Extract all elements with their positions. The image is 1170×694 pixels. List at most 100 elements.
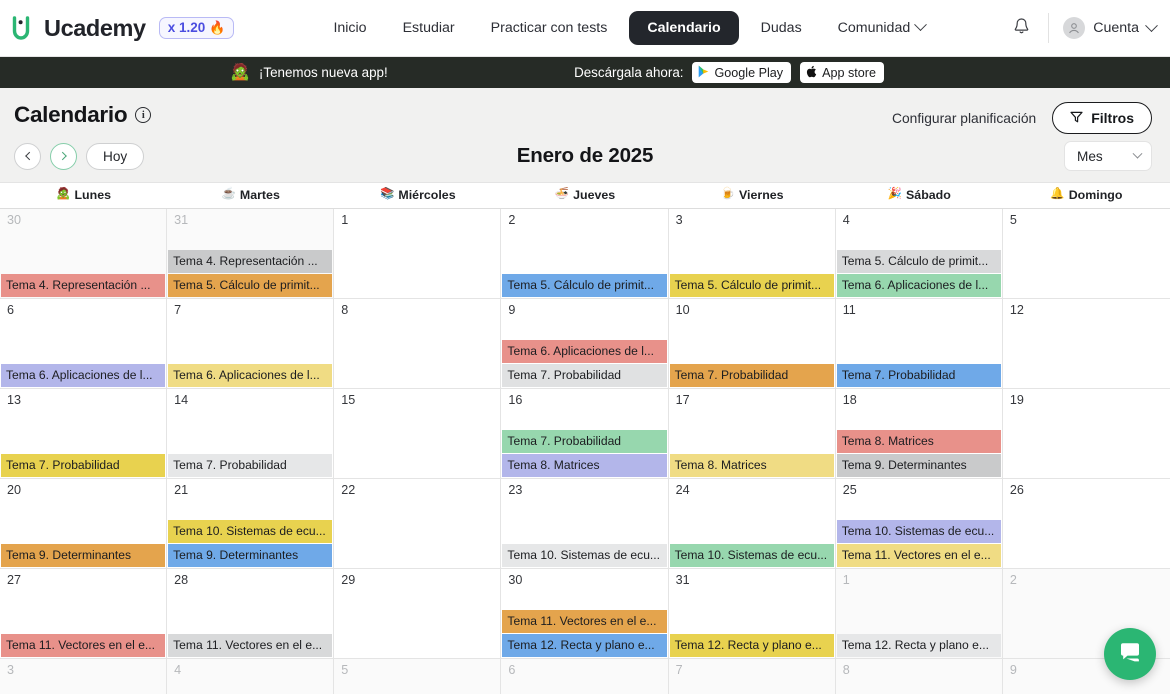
calendar-event[interactable]: Tema 11. Vectores en el e... [1, 634, 165, 657]
calendar-day-cell[interactable]: 21Tema 10. Sistemas de ecu...Tema 9. Det… [167, 479, 334, 569]
calendar-day-cell[interactable]: 30Tema 4. Representación ... [0, 209, 167, 299]
calendar-day-cell[interactable]: 6 [501, 659, 668, 694]
calendar-day-cell[interactable]: 16Tema 7. ProbabilidadTema 8. Matrices [501, 389, 668, 479]
calendar-event[interactable]: Tema 7. Probabilidad [670, 364, 834, 387]
calendar-day-cell[interactable]: 7 [669, 659, 836, 694]
calendar-day-cell[interactable]: 6Tema 6. Aplicaciones de l... [0, 299, 167, 389]
calendar-event[interactable]: Tema 7. Probabilidad [502, 364, 666, 387]
calendar-event[interactable]: Tema 6. Aplicaciones de l... [837, 274, 1001, 297]
calendar-day-cell[interactable]: 31Tema 12. Recta y plano e... [669, 569, 836, 659]
calendar-day-cell[interactable]: 29 [334, 569, 501, 659]
calendar-event[interactable]: Tema 12. Recta y plano e... [670, 634, 834, 657]
calendar-event[interactable]: Tema 7. Probabilidad [502, 430, 666, 453]
calendar-event[interactable]: Tema 6. Aplicaciones de l... [168, 364, 332, 387]
calendar-event[interactable]: Tema 7. Probabilidad [168, 454, 332, 477]
calendar-day-cell[interactable]: 22 [334, 479, 501, 569]
calendar-day-cell[interactable]: 8 [334, 299, 501, 389]
calendar-day-cell[interactable]: 5 [334, 659, 501, 694]
google-play-button[interactable]: Google Play [692, 62, 791, 83]
nav-link-inicio[interactable]: Inicio [319, 12, 380, 44]
calendar-day-cell[interactable]: 27Tema 11. Vectores en el e... [0, 569, 167, 659]
calendar-day-cell[interactable]: 10Tema 7. Probabilidad [669, 299, 836, 389]
calendar-day-cell[interactable]: 20Tema 9. Determinantes [0, 479, 167, 569]
today-button[interactable]: Hoy [86, 143, 144, 170]
filters-button[interactable]: Filtros [1052, 102, 1152, 134]
calendar-event[interactable]: Tema 5. Cálculo de primit... [670, 274, 834, 297]
nav-link-practicar-con-tests[interactable]: Practicar con tests [477, 12, 622, 44]
calendar-day-cell[interactable]: 19 [1003, 389, 1170, 479]
calendar-event[interactable]: Tema 9. Determinantes [837, 454, 1001, 477]
calendar-day-cell[interactable]: 8 [836, 659, 1003, 694]
calendar-event[interactable]: Tema 8. Matrices [837, 430, 1001, 453]
calendar-day-cell[interactable]: 18Tema 8. MatricesTema 9. Determinantes [836, 389, 1003, 479]
calendar-event[interactable]: Tema 12. Recta y plano e... [837, 634, 1001, 657]
calendar-event[interactable]: Tema 5. Cálculo de primit... [837, 250, 1001, 273]
day-events: Tema 11. Vectores en el e... [0, 634, 166, 658]
next-month-button[interactable] [50, 143, 77, 170]
app-store-button[interactable]: App store [800, 62, 884, 83]
page-title-group: Calendario i [14, 102, 151, 128]
calendar-day-cell[interactable]: 7Tema 6. Aplicaciones de l... [167, 299, 334, 389]
calendar-day-cell[interactable]: 2Tema 5. Cálculo de primit... [501, 209, 668, 299]
calendar-event[interactable]: Tema 8. Matrices [670, 454, 834, 477]
calendar-event[interactable]: Tema 7. Probabilidad [1, 454, 165, 477]
calendar-day-cell[interactable]: 14Tema 7. Probabilidad [167, 389, 334, 479]
calendar-event[interactable]: Tema 9. Determinantes [1, 544, 165, 567]
calendar-day-cell[interactable]: 15 [334, 389, 501, 479]
calendar-event[interactable]: Tema 6. Aplicaciones de l... [1, 364, 165, 387]
calendar-event[interactable]: Tema 5. Cálculo de primit... [168, 274, 332, 297]
brand-logo[interactable]: Ucademy [12, 15, 146, 42]
calendar-nav-group: Hoy [14, 143, 144, 170]
calendar-day-cell[interactable]: 23Tema 10. Sistemas de ecu... [501, 479, 668, 569]
calendar-day-cell[interactable]: 4Tema 5. Cálculo de primit...Tema 6. Apl… [836, 209, 1003, 299]
calendar-day-cell[interactable]: 11Tema 7. Probabilidad [836, 299, 1003, 389]
calendar-day-cell[interactable]: 1 [334, 209, 501, 299]
calendar-day-cell[interactable]: 3 [0, 659, 167, 694]
day-events: Tema 11. Vectores en el e...Tema 12. Rec… [501, 610, 667, 658]
calendar-day-cell[interactable]: 26 [1003, 479, 1170, 569]
day-number: 28 [167, 573, 333, 589]
calendar-event[interactable]: Tema 5. Cálculo de primit... [502, 274, 666, 297]
account-menu[interactable]: Cuenta [1063, 17, 1156, 39]
calendar-day-cell[interactable]: 31Tema 4. Representación ...Tema 5. Cálc… [167, 209, 334, 299]
calendar-day-cell[interactable]: 4 [167, 659, 334, 694]
calendar-day-cell[interactable]: 12 [1003, 299, 1170, 389]
calendar-event[interactable]: Tema 10. Sistemas de ecu... [168, 520, 332, 543]
calendar-event[interactable]: Tema 11. Vectores en el e... [168, 634, 332, 657]
calendar-day-cell[interactable]: 1Tema 12. Recta y plano e... [836, 569, 1003, 659]
previous-month-button[interactable] [14, 143, 41, 170]
calendar-day-cell[interactable]: 28 Tema 11. Vectores en el e... [167, 569, 334, 659]
chat-support-button[interactable] [1104, 628, 1156, 680]
streak-multiplier-badge[interactable]: x 1.20 🔥 [159, 17, 235, 40]
calendar-event[interactable]: Tema 12. Recta y plano e... [502, 634, 666, 657]
calendar-event[interactable]: Tema 7. Probabilidad [837, 364, 1001, 387]
calendar-day-cell[interactable]: 30Tema 11. Vectores en el e...Tema 12. R… [501, 569, 668, 659]
calendar-day-cell[interactable]: 13Tema 7. Probabilidad [0, 389, 167, 479]
nav-link-dudas[interactable]: Dudas [747, 12, 816, 44]
calendar-event[interactable]: Tema 6. Aplicaciones de l... [502, 340, 666, 363]
calendar-day-cell[interactable]: 17Tema 8. Matrices [669, 389, 836, 479]
weekday-header-martes: ☕Martes [167, 183, 334, 208]
notifications-button[interactable] [1004, 11, 1038, 45]
calendar-day-cell[interactable]: 3Tema 5. Cálculo de primit... [669, 209, 836, 299]
calendar-event[interactable]: Tema 10. Sistemas de ecu... [502, 544, 666, 567]
calendar-day-cell[interactable]: 9Tema 6. Aplicaciones de l...Tema 7. Pro… [501, 299, 668, 389]
info-icon[interactable]: i [135, 107, 151, 123]
view-mode-select[interactable]: Mes [1064, 141, 1152, 171]
calendar-event[interactable]: Tema 4. Representación ... [168, 250, 332, 273]
calendar-day-cell[interactable]: 5 [1003, 209, 1170, 299]
nav-link-estudiar[interactable]: Estudiar [389, 12, 469, 44]
calendar-event[interactable]: Tema 10. Sistemas de ecu... [837, 520, 1001, 543]
calendar-event[interactable]: Tema 4. Representación ... [1, 274, 165, 297]
calendar-event[interactable]: Tema 11. Vectores en el e... [837, 544, 1001, 567]
calendar-event[interactable]: Tema 8. Matrices [502, 454, 666, 477]
configure-planning-link[interactable]: Configurar planificación [892, 111, 1036, 126]
calendar-event[interactable]: Tema 9. Determinantes [168, 544, 332, 567]
calendar-day-cell[interactable]: 25Tema 10. Sistemas de ecu...Tema 11. Ve… [836, 479, 1003, 569]
weekday-label: Domingo [1069, 188, 1123, 202]
calendar-event[interactable]: Tema 10. Sistemas de ecu... [670, 544, 834, 567]
nav-link-calendario[interactable]: Calendario [629, 11, 738, 45]
calendar-event[interactable]: Tema 11. Vectores en el e... [502, 610, 666, 633]
calendar-day-cell[interactable]: 24Tema 10. Sistemas de ecu... [669, 479, 836, 569]
nav-link-comunidad[interactable]: Comunidad [824, 12, 940, 44]
